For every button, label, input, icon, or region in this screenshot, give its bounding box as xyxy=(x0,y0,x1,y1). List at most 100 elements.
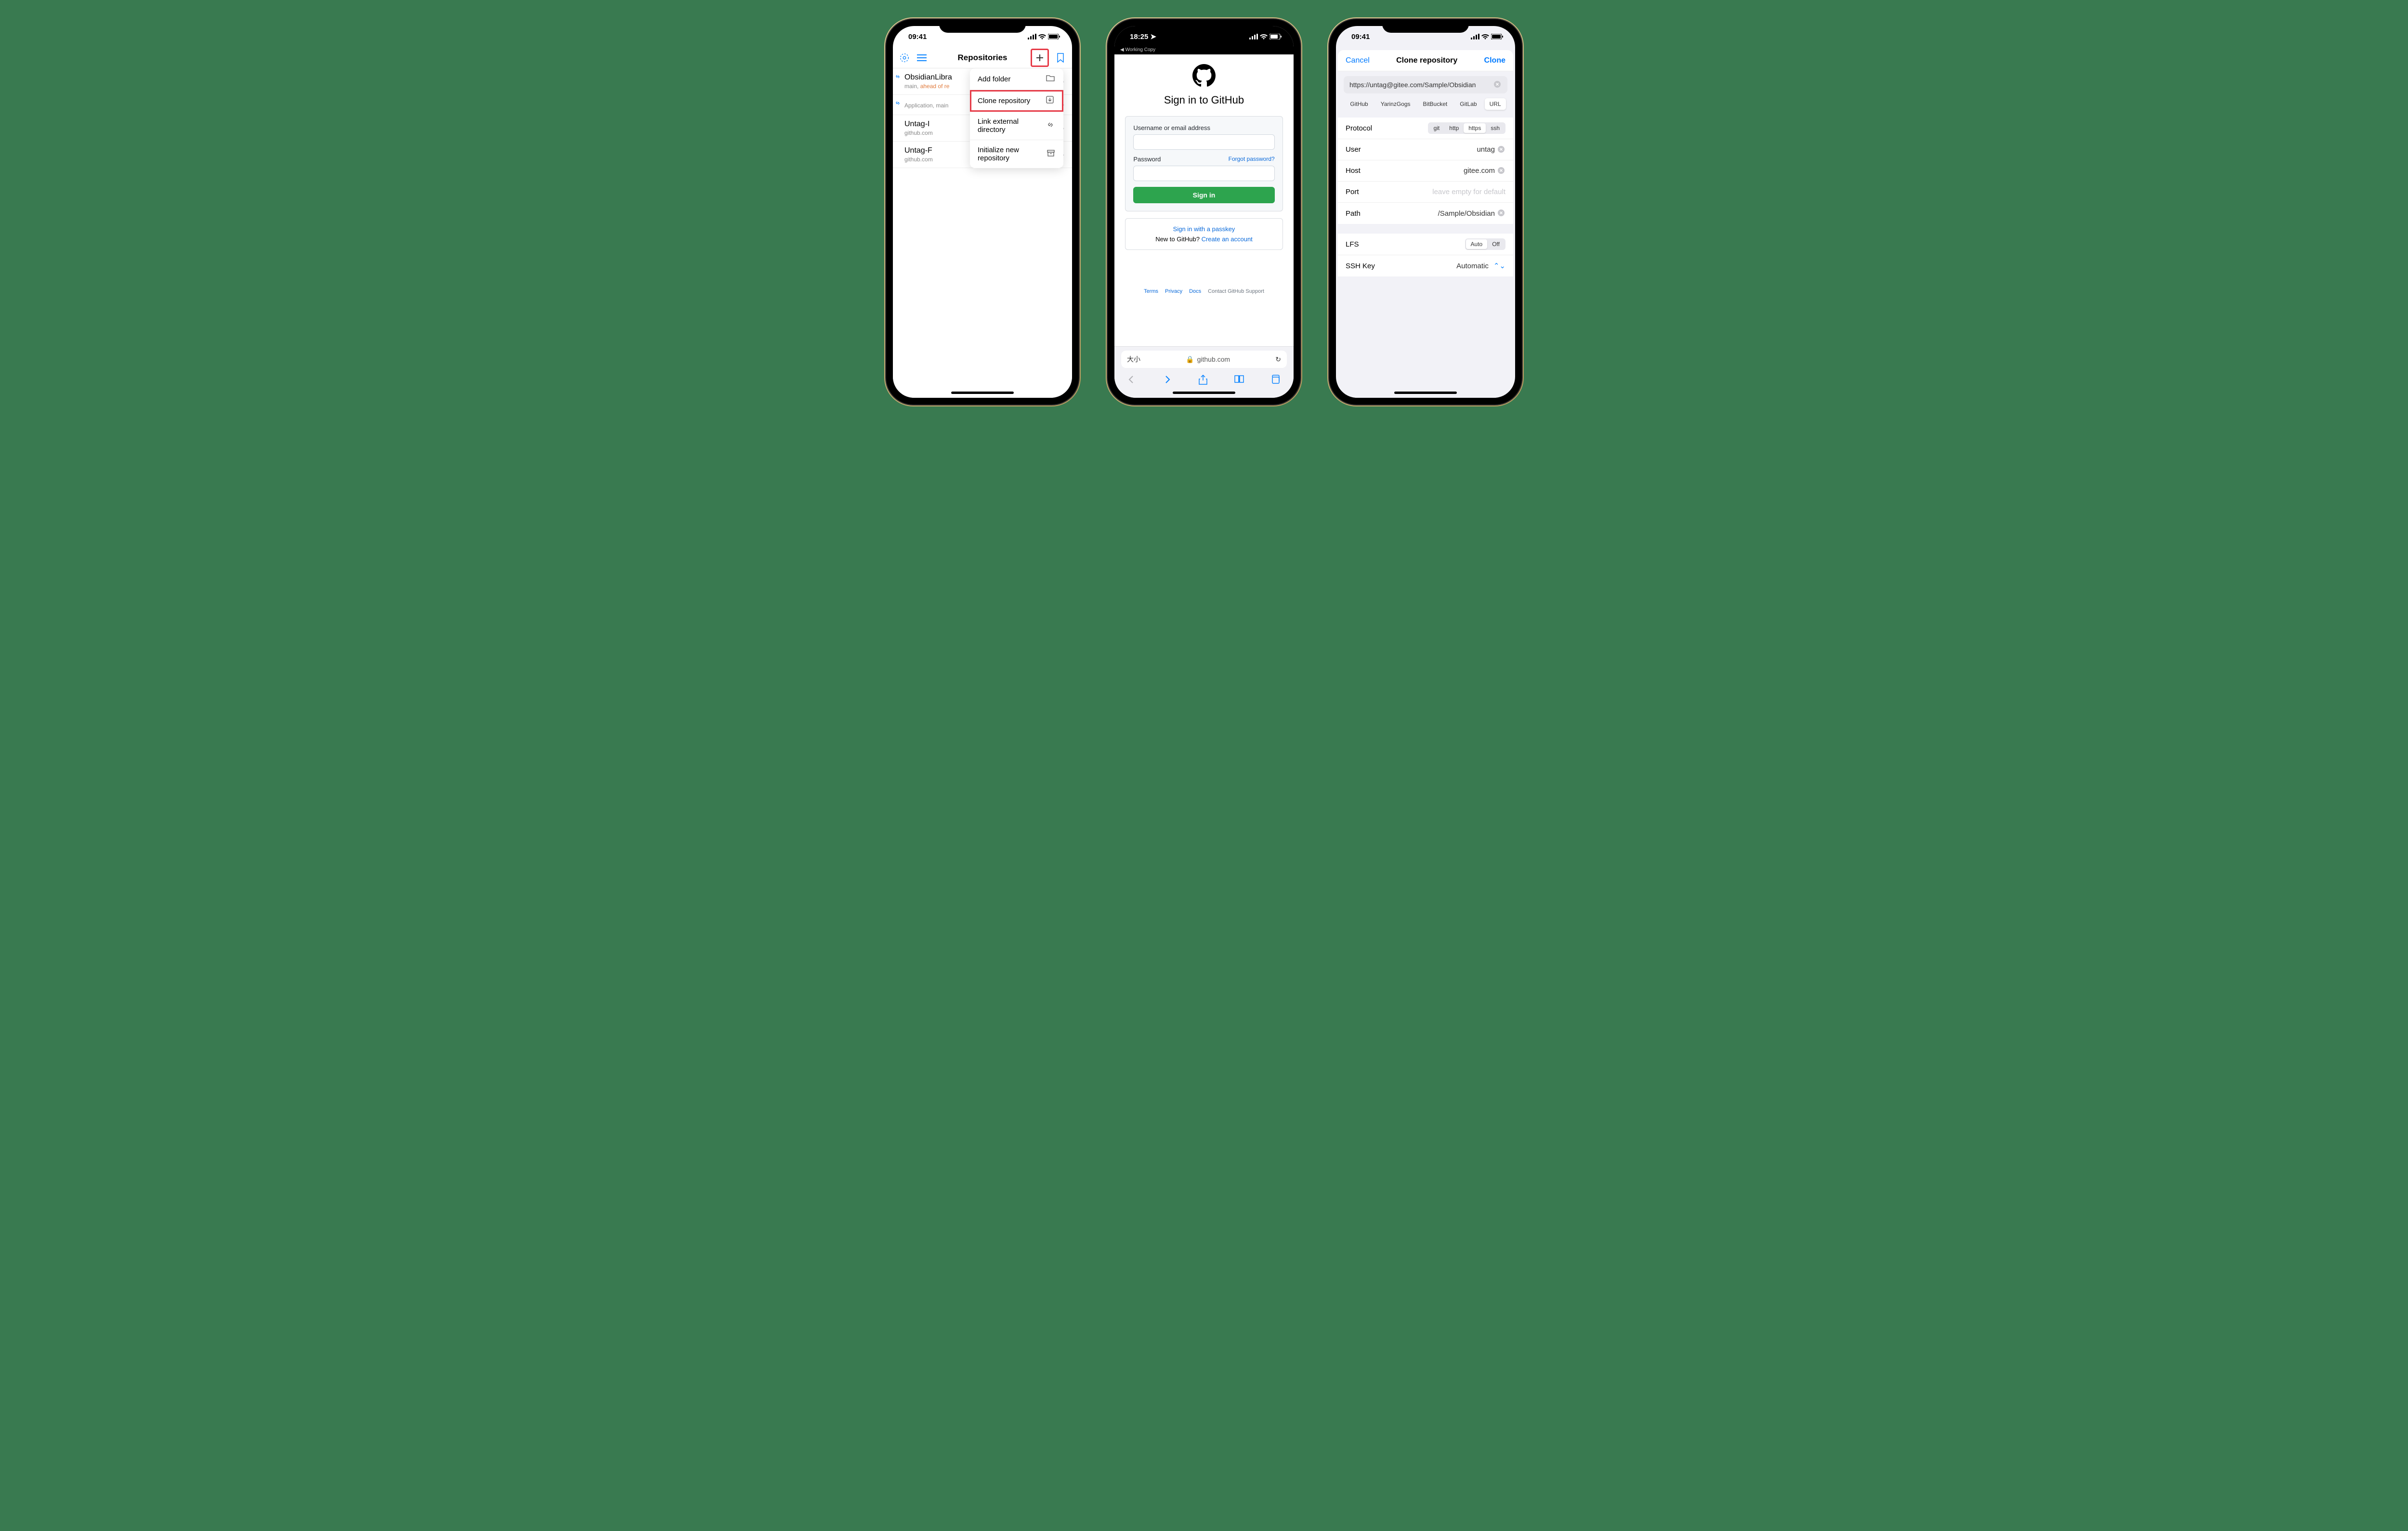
status-time: 09:41 xyxy=(1351,33,1370,41)
menu-clone-repository[interactable]: Clone repository xyxy=(970,90,1063,112)
footer-terms-link[interactable]: Terms xyxy=(1144,288,1158,294)
screen-github-signin: 18:25➤ ◀ Working Copy Sign in to GitHub … xyxy=(1114,26,1294,398)
gear-icon[interactable] xyxy=(899,52,910,64)
connection-section: Protocol git http https ssh User untag xyxy=(1338,118,1513,224)
nav-bar: Repositories xyxy=(893,47,1072,68)
folder-icon xyxy=(1046,74,1056,84)
phone-1: 09:41 Repositories xyxy=(886,19,1079,405)
url-bar[interactable]: 大小 🔒github.com ↻ xyxy=(1121,351,1287,368)
phone-2: 18:25➤ ◀ Working Copy Sign in to GitHub … xyxy=(1108,19,1300,405)
clear-icon[interactable] xyxy=(1494,81,1502,89)
clone-url-input[interactable]: https://untag@gitee.com/Sample/Obsidian xyxy=(1344,76,1507,93)
seg-ssh[interactable]: ssh xyxy=(1486,123,1505,133)
modal-header: Cancel Clone repository Clone xyxy=(1338,50,1513,71)
footer-support-text[interactable]: Contact GitHub Support xyxy=(1208,288,1264,294)
clear-icon[interactable] xyxy=(1498,146,1505,154)
status-icons xyxy=(1028,34,1060,39)
aa-button[interactable]: 大小 xyxy=(1127,354,1140,364)
signin-alt-box: Sign in with a passkey New to GitHub? Cr… xyxy=(1125,218,1283,250)
wifi-icon xyxy=(1481,34,1489,39)
github-logo-icon xyxy=(1192,64,1216,87)
tabs-icon[interactable] xyxy=(1270,375,1282,386)
archive-icon xyxy=(1047,149,1056,159)
user-row[interactable]: User untag xyxy=(1338,139,1513,160)
protocol-segmented[interactable]: git http https ssh xyxy=(1428,122,1505,134)
port-placeholder: leave empty for default xyxy=(1432,188,1505,196)
bookmark-icon[interactable] xyxy=(1055,52,1066,64)
seg-auto[interactable]: Auto xyxy=(1466,239,1488,249)
protocol-label: Protocol xyxy=(1346,124,1372,132)
password-label: Password xyxy=(1133,156,1161,163)
download-icon xyxy=(1046,96,1056,105)
signin-button[interactable]: Sign in xyxy=(1133,187,1274,203)
clone-button[interactable]: Clone xyxy=(1484,56,1505,65)
port-row[interactable]: Port leave empty for default xyxy=(1338,182,1513,203)
username-input[interactable] xyxy=(1133,134,1274,150)
status-icons xyxy=(1249,34,1282,39)
link-icon xyxy=(1047,121,1056,131)
seg-http[interactable]: http xyxy=(1444,123,1464,133)
seg-https[interactable]: https xyxy=(1464,123,1486,133)
repo-list[interactable]: ObsidianLibra main, ahead of re › Applic… xyxy=(893,68,1072,398)
status-icons xyxy=(1471,34,1504,39)
forgot-password-link[interactable]: Forgot password? xyxy=(1229,156,1275,163)
seg-git[interactable]: git xyxy=(1429,123,1445,133)
battery-icon xyxy=(1491,34,1504,39)
tab-yarinzgogs[interactable]: YarinzGogs xyxy=(1376,98,1415,110)
reload-icon[interactable]: ↻ xyxy=(1275,355,1281,364)
options-section: LFS Auto Off SSH Key Automatic⌃⌄ xyxy=(1338,234,1513,276)
menu-label: Clone repository xyxy=(978,97,1030,105)
link-icon xyxy=(895,100,902,106)
forward-icon[interactable] xyxy=(1163,375,1174,386)
back-icon[interactable] xyxy=(1126,375,1138,386)
sshkey-value: Automatic xyxy=(1456,262,1489,270)
clone-url-value: https://untag@gitee.com/Sample/Obsidian xyxy=(1349,81,1476,89)
menu-icon[interactable] xyxy=(916,52,928,64)
password-label-row: Password Forgot password? xyxy=(1133,156,1274,163)
host-row[interactable]: Host gitee.com xyxy=(1338,160,1513,182)
tab-gitlab[interactable]: GitLab xyxy=(1455,98,1481,110)
host-value: gitee.com xyxy=(1464,167,1495,175)
sshkey-row[interactable]: SSH Key Automatic⌃⌄ xyxy=(1338,255,1513,276)
menu-link-external[interactable]: Link external directory xyxy=(970,112,1063,140)
menu-label: Initialize new repository xyxy=(978,146,1047,162)
link-icon xyxy=(895,73,902,80)
tab-github[interactable]: GitHub xyxy=(1345,98,1373,110)
tab-bitbucket[interactable]: BitBucket xyxy=(1418,98,1453,110)
breadcrumb-back[interactable]: ◀ Working Copy xyxy=(1114,47,1294,54)
create-account-link[interactable]: Create an account xyxy=(1202,236,1253,243)
share-icon[interactable] xyxy=(1198,375,1210,386)
safari-chrome: 大小 🔒github.com ↻ xyxy=(1114,346,1294,398)
signin-title: Sign in to GitHub xyxy=(1164,94,1244,106)
signin-form: Username or email address Password Forgo… xyxy=(1125,116,1283,211)
host-label: Host xyxy=(1346,167,1361,175)
notch xyxy=(939,19,1026,33)
passkey-link[interactable]: Sign in with a passkey xyxy=(1173,225,1235,233)
menu-init-repository[interactable]: Initialize new repository xyxy=(970,140,1063,168)
notch xyxy=(1161,19,1247,33)
seg-off[interactable]: Off xyxy=(1487,239,1505,249)
user-label: User xyxy=(1346,145,1361,154)
footer-privacy-link[interactable]: Privacy xyxy=(1165,288,1182,294)
cancel-button[interactable]: Cancel xyxy=(1346,56,1370,65)
home-indicator xyxy=(1394,392,1457,394)
footer-docs-link[interactable]: Docs xyxy=(1189,288,1201,294)
port-label: Port xyxy=(1346,188,1359,196)
highlight-add xyxy=(1031,49,1049,67)
bookmarks-icon[interactable] xyxy=(1234,375,1245,386)
plus-icon[interactable] xyxy=(1033,51,1047,65)
clear-icon[interactable] xyxy=(1498,209,1505,217)
wifi-icon xyxy=(1038,34,1046,39)
updown-icon: ⌃⌄ xyxy=(1493,262,1505,270)
path-value: /Sample/Obsidian xyxy=(1438,209,1495,218)
lfs-row: LFS Auto Off xyxy=(1338,234,1513,255)
password-input[interactable] xyxy=(1133,166,1274,181)
clear-icon[interactable] xyxy=(1498,167,1505,175)
lock-icon: 🔒 xyxy=(1186,355,1194,364)
tab-url[interactable]: URL xyxy=(1485,98,1506,110)
github-footer: Terms Privacy Docs Contact GitHub Suppor… xyxy=(1144,288,1264,294)
lfs-segmented[interactable]: Auto Off xyxy=(1465,238,1505,250)
path-row[interactable]: Path /Sample/Obsidian xyxy=(1338,203,1513,224)
signal-icon xyxy=(1028,34,1036,39)
menu-add-folder[interactable]: Add folder xyxy=(970,68,1063,90)
